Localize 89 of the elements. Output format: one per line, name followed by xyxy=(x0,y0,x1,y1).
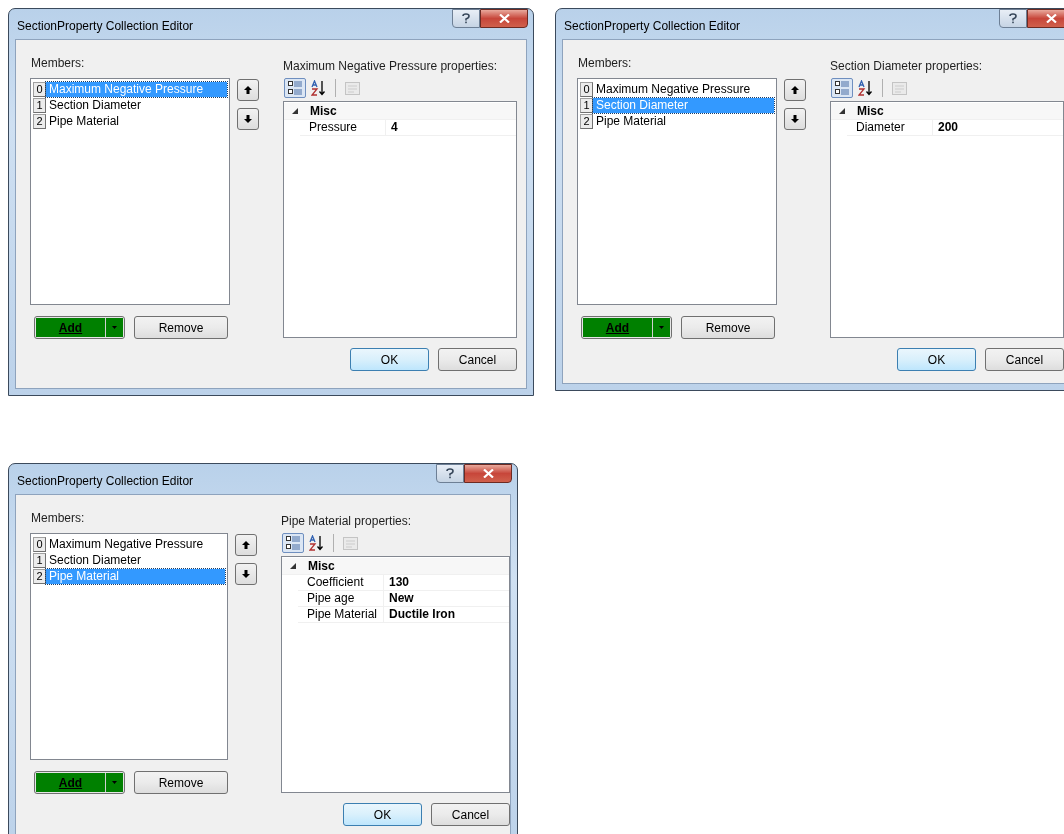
members-label: Members: xyxy=(30,55,86,70)
remove-button[interactable]: Remove xyxy=(134,316,228,339)
member-item[interactable]: Section Diameter xyxy=(46,97,227,113)
move-down-button[interactable] xyxy=(235,563,257,585)
member-item[interactable]: Section Diameter xyxy=(46,552,225,568)
remove-button[interactable]: Remove xyxy=(134,771,228,794)
property-value[interactable]: New xyxy=(384,591,509,606)
dropdown-button[interactable] xyxy=(653,318,670,337)
help-button[interactable] xyxy=(999,9,1027,28)
member-item[interactable]: Pipe Material xyxy=(46,113,227,129)
property-value[interactable]: Ductile Iron xyxy=(384,607,509,622)
dropdown-button[interactable] xyxy=(106,318,123,337)
categorized-button[interactable] xyxy=(831,78,853,98)
help-icon xyxy=(1009,13,1017,24)
help-icon xyxy=(462,13,470,24)
index-label: 2 xyxy=(33,113,46,129)
cancel-button[interactable]: Cancel xyxy=(438,348,517,371)
member-item[interactable]: Pipe Material xyxy=(593,113,774,129)
up-arrow-icon xyxy=(244,86,252,94)
close-icon xyxy=(482,469,494,478)
property-value[interactable]: 200 xyxy=(933,120,1063,135)
close-icon xyxy=(1045,14,1057,23)
dropdown-button[interactable] xyxy=(106,773,123,792)
caret-icon xyxy=(112,781,117,784)
close-button[interactable] xyxy=(480,9,528,28)
move-up-button[interactable] xyxy=(235,534,257,556)
move-up-button[interactable] xyxy=(237,79,259,101)
sort-icon xyxy=(309,535,325,551)
add-button[interactable]: Add xyxy=(583,318,653,337)
category-label: Misc xyxy=(308,558,335,575)
close-button[interactable] xyxy=(464,464,512,483)
index-label: 0 xyxy=(580,81,593,97)
window-title: SectionProperty Collection Editor xyxy=(564,18,742,35)
category-label: Misc xyxy=(310,103,337,120)
properties-label: Section Diameter properties: xyxy=(830,58,984,73)
help-button[interactable] xyxy=(436,464,464,483)
up-arrow-icon xyxy=(242,541,250,549)
index-label: 2 xyxy=(580,113,593,129)
add-split-button[interactable]: Add xyxy=(34,316,125,339)
cancel-button[interactable]: Cancel xyxy=(431,803,510,826)
down-arrow-icon xyxy=(244,115,252,123)
property-pages-icon xyxy=(342,536,358,550)
move-down-button[interactable] xyxy=(784,108,806,130)
property-value[interactable]: 4 xyxy=(386,120,516,135)
property-pages-icon xyxy=(344,81,360,95)
help-icon xyxy=(446,468,454,479)
member-item[interactable]: Maximum Negative Pressure xyxy=(46,536,225,552)
properties-label: Pipe Material properties: xyxy=(281,513,413,528)
categorized-icon xyxy=(287,81,303,95)
help-button[interactable] xyxy=(452,9,480,28)
caret-icon xyxy=(659,326,664,329)
expand-icon[interactable] xyxy=(292,108,298,114)
add-split-button[interactable]: Add xyxy=(34,771,125,794)
move-up-button[interactable] xyxy=(784,79,806,101)
sort-icon xyxy=(858,80,874,96)
close-button[interactable] xyxy=(1027,9,1064,28)
categorized-icon xyxy=(285,536,301,550)
ok-button[interactable]: OK xyxy=(350,348,429,371)
close-icon xyxy=(498,14,510,23)
remove-button[interactable]: Remove xyxy=(681,316,775,339)
members-label: Members: xyxy=(30,510,86,525)
add-split-button[interactable]: Add xyxy=(581,316,672,339)
expand-icon[interactable] xyxy=(839,108,845,114)
property-value[interactable]: 130 xyxy=(384,575,509,590)
index-label: 1 xyxy=(33,97,46,113)
categorized-button[interactable] xyxy=(284,78,306,98)
window-title: SectionProperty Collection Editor xyxy=(17,473,195,490)
category-label: Misc xyxy=(857,103,884,120)
ok-button[interactable]: OK xyxy=(343,803,422,826)
categorized-button[interactable] xyxy=(282,533,304,553)
add-button[interactable]: Add xyxy=(36,318,106,337)
down-arrow-icon xyxy=(791,115,799,123)
down-arrow-icon xyxy=(242,570,250,578)
up-arrow-icon xyxy=(791,86,799,94)
members-label: Members: xyxy=(577,55,633,70)
ok-button[interactable]: OK xyxy=(897,348,976,371)
index-label: 0 xyxy=(33,536,46,552)
index-label: 1 xyxy=(33,552,46,568)
properties-label: Maximum Negative Pressure properties: xyxy=(283,58,499,73)
move-down-button[interactable] xyxy=(237,108,259,130)
property-pages-icon xyxy=(891,81,907,95)
add-button[interactable]: Add xyxy=(36,773,106,792)
expand-icon[interactable] xyxy=(290,563,296,569)
sort-icon xyxy=(311,80,327,96)
window-title: SectionProperty Collection Editor xyxy=(17,18,195,35)
categorized-icon xyxy=(834,81,850,95)
caret-icon xyxy=(112,326,117,329)
cancel-button[interactable]: Cancel xyxy=(985,348,1064,371)
member-item[interactable]: Maximum Negative Pressure xyxy=(593,81,774,97)
